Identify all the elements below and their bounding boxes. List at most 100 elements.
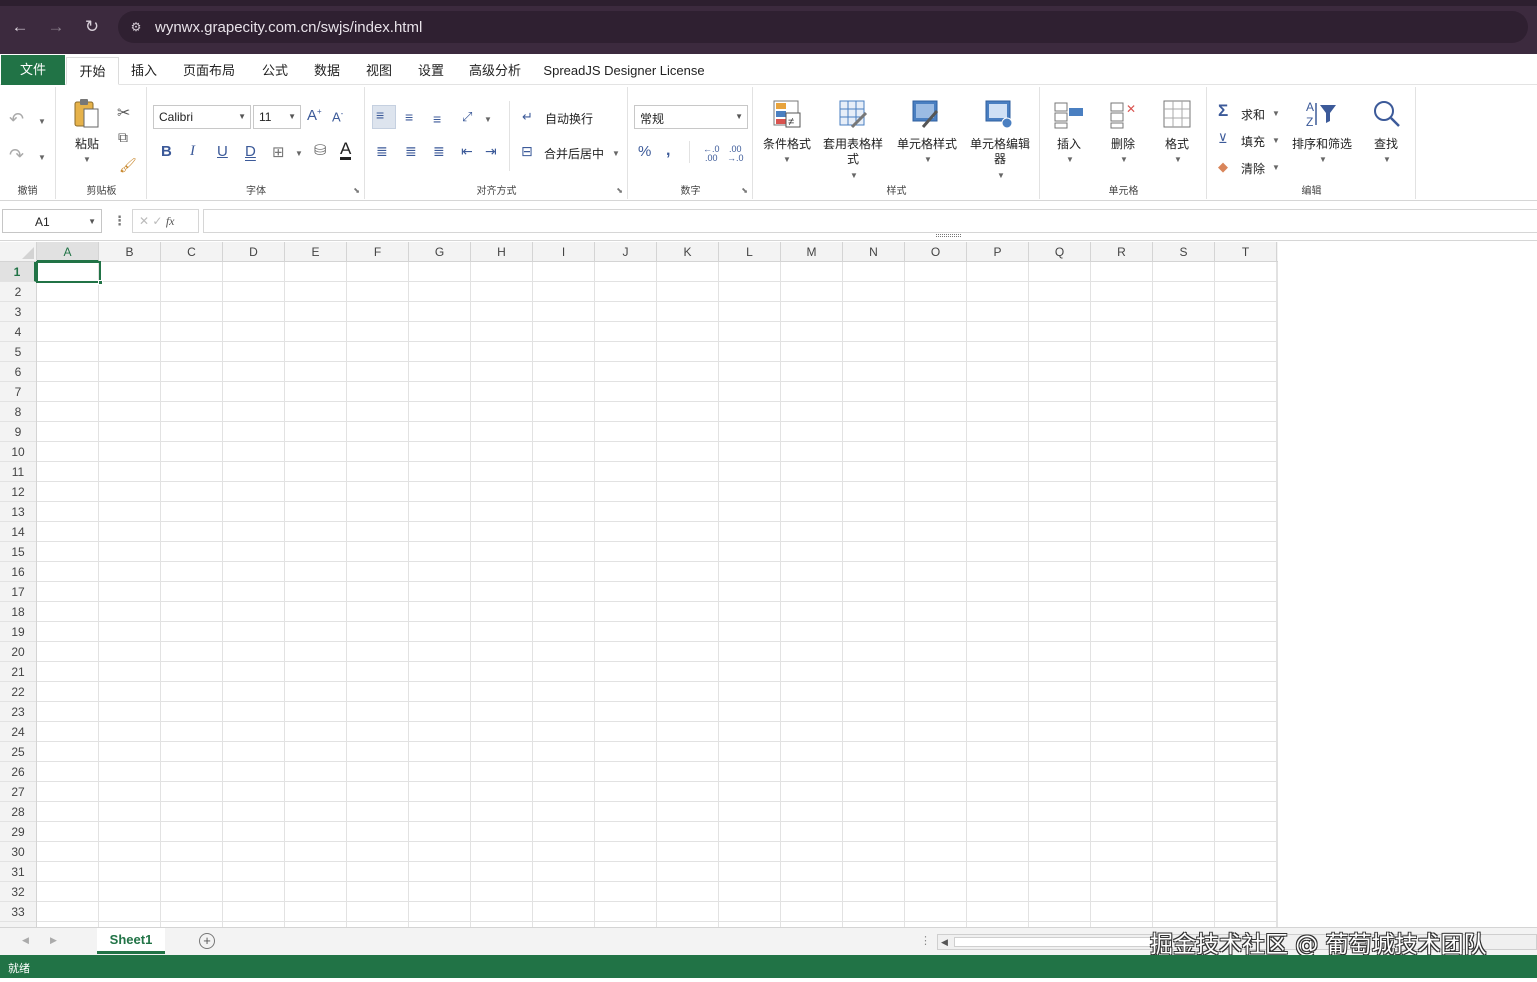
cell-style-icon[interactable] <box>911 99 941 129</box>
conditional-format-icon[interactable]: ≠ <box>772 99 802 129</box>
column-header-j[interactable]: J <box>595 242 657 262</box>
row-header-15[interactable]: 15 <box>0 542 36 562</box>
bold-icon[interactable]: B <box>161 143 172 160</box>
address-bar[interactable]: ⚙ wynwx.grapecity.com.cn/swjs/index.html <box>118 11 1528 43</box>
column-header-o[interactable]: O <box>905 242 967 262</box>
row-header-24[interactable]: 24 <box>0 722 36 742</box>
sheet-next-icon[interactable]: ▶ <box>50 935 57 946</box>
double-underline-icon[interactable]: D <box>245 143 256 160</box>
back-arrow-icon[interactable]: ← <box>9 16 31 38</box>
sheet-tab-sheet1[interactable]: Sheet1 <box>97 928 165 954</box>
tab-strip-splitter[interactable]: ⋮ <box>920 934 931 947</box>
cell-editor-dropdown-icon[interactable]: ▼ <box>997 171 1005 180</box>
site-settings-icon[interactable]: ⚙ <box>126 17 146 37</box>
increase-indent-icon[interactable]: ⇥ <box>485 143 497 160</box>
format-painter-icon[interactable]: 🖌 <box>119 157 137 174</box>
row-header-21[interactable]: 21 <box>0 662 36 682</box>
paste-label[interactable]: 粘贴 <box>71 137 103 152</box>
percent-icon[interactable]: % <box>638 143 651 160</box>
insert-cells-label[interactable]: 插入 <box>1049 137 1089 152</box>
eraser-icon[interactable]: ◆ <box>1218 159 1228 175</box>
formula-input[interactable] <box>203 209 1537 233</box>
row-header-20[interactable]: 20 <box>0 642 36 662</box>
tab-advanced-analysis[interactable]: 高级分析 <box>461 57 529 85</box>
cell-editor-label[interactable]: 单元格编辑器 <box>968 137 1032 167</box>
tab-data[interactable]: 数据 <box>305 57 349 85</box>
number-launcher-icon[interactable]: ⬊ <box>741 186 748 195</box>
alignment-launcher-icon[interactable]: ⬊ <box>616 186 623 195</box>
column-header-p[interactable]: P <box>967 242 1029 262</box>
column-header-b[interactable]: B <box>99 242 161 262</box>
decrease-font-icon[interactable]: A- <box>332 109 343 124</box>
autosum-label[interactable]: 求和 <box>1241 106 1265 123</box>
column-header-m[interactable]: M <box>781 242 843 262</box>
sheet-prev-icon[interactable]: ◀ <box>22 935 29 946</box>
format-cells-icon[interactable] <box>1162 99 1192 129</box>
sort-filter-icon[interactable]: A Z <box>1304 99 1338 129</box>
cell-style-dropdown-icon[interactable]: ▼ <box>924 155 932 164</box>
row-header-18[interactable]: 18 <box>0 602 36 622</box>
tab-formulas[interactable]: 公式 <box>253 57 297 85</box>
column-header-i[interactable]: I <box>533 242 595 262</box>
format-cells-label[interactable]: 格式 <box>1157 137 1197 152</box>
row-header-3[interactable]: 3 <box>0 302 36 322</box>
add-sheet-icon[interactable]: + <box>199 933 215 949</box>
formula-bar-resize-handle[interactable] <box>936 234 961 237</box>
merge-dropdown-icon[interactable]: ▼ <box>612 149 620 158</box>
row-header-9[interactable]: 9 <box>0 422 36 442</box>
confirm-icon[interactable]: ✓ <box>152 214 162 228</box>
name-box[interactable]: A1 ▼ <box>2 209 102 233</box>
paste-dropdown-icon[interactable]: ▼ <box>83 155 91 164</box>
column-header-c[interactable]: C <box>161 242 223 262</box>
column-header-a[interactable]: A <box>37 242 99 262</box>
border-icon[interactable]: ⊞ <box>272 143 285 161</box>
row-header-17[interactable]: 17 <box>0 582 36 602</box>
row-header-5[interactable]: 5 <box>0 342 36 362</box>
align-left-icon[interactable]: ≣ <box>376 143 388 160</box>
row-header-12[interactable]: 12 <box>0 482 36 502</box>
scroll-left-icon[interactable]: ◀ <box>941 937 948 948</box>
align-top-icon[interactable]: ≡ <box>376 107 384 123</box>
fill-handle[interactable] <box>98 280 103 285</box>
wrap-text-icon[interactable]: ↵ <box>522 109 533 125</box>
fx-icon[interactable]: fx <box>166 214 175 228</box>
clear-dropdown-icon[interactable]: ▼ <box>1272 163 1280 172</box>
cell-style-label[interactable]: 单元格样式 <box>895 137 959 152</box>
formula-function-area[interactable]: ✕ ✓ fx <box>132 209 199 233</box>
insert-cells-icon[interactable] <box>1053 99 1085 129</box>
fill-dropdown-icon[interactable]: ▼ <box>1272 136 1280 145</box>
number-format-select[interactable]: 常规 ▼ <box>634 105 748 129</box>
tab-insert[interactable]: 插入 <box>122 57 166 85</box>
scrollbar-thumb[interactable] <box>954 937 1154 947</box>
cell-editor-icon[interactable] <box>984 99 1014 129</box>
underline-icon[interactable]: U <box>217 143 228 160</box>
tab-home[interactable]: 开始 <box>66 57 119 85</box>
increase-decimal-icon[interactable]: ←.0.00 <box>703 145 720 163</box>
italic-icon[interactable]: I <box>190 143 195 160</box>
undo-dropdown-icon[interactable]: ▼ <box>38 117 46 126</box>
row-header-11[interactable]: 11 <box>0 462 36 482</box>
row-header-13[interactable]: 13 <box>0 502 36 522</box>
row-header-19[interactable]: 19 <box>0 622 36 642</box>
row-header-2[interactable]: 2 <box>0 282 36 302</box>
conditional-format-label[interactable]: 条件格式 <box>760 137 814 152</box>
row-header-7[interactable]: 7 <box>0 382 36 402</box>
align-center-icon[interactable]: ≣ <box>405 143 417 160</box>
decrease-decimal-icon[interactable]: .00 →.0 <box>727 145 744 163</box>
font-launcher-icon[interactable]: ⬊ <box>353 186 360 195</box>
delete-cells-dropdown-icon[interactable]: ▼ <box>1120 155 1128 164</box>
row-header-22[interactable]: 22 <box>0 682 36 702</box>
row-header-29[interactable]: 29 <box>0 822 36 842</box>
find-icon[interactable] <box>1372 99 1402 129</box>
column-header-s[interactable]: S <box>1153 242 1215 262</box>
sort-filter-dropdown-icon[interactable]: ▼ <box>1319 155 1327 164</box>
merge-center-icon[interactable]: ⊟ <box>521 143 533 160</box>
font-size-select[interactable]: 11 ▼ <box>253 105 301 129</box>
forward-arrow-icon[interactable]: → <box>45 16 67 38</box>
autosum-dropdown-icon[interactable]: ▼ <box>1272 109 1280 118</box>
wrap-text-label[interactable]: 自动换行 <box>545 110 593 127</box>
select-all-corner[interactable] <box>0 242 37 262</box>
format-cells-dropdown-icon[interactable]: ▼ <box>1174 155 1182 164</box>
orientation-dropdown-icon[interactable]: ▼ <box>484 115 492 124</box>
tab-page-layout[interactable]: 页面布局 <box>176 57 242 85</box>
